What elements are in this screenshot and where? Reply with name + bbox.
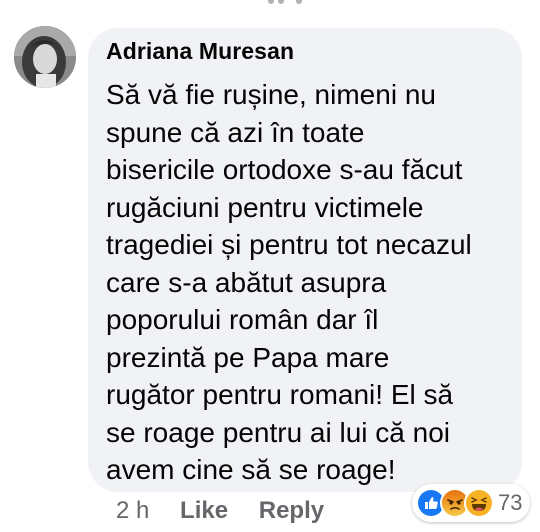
avatar[interactable]: [14, 26, 76, 88]
comment-timestamp[interactable]: 2 h: [116, 497, 149, 525]
comment-text: Să vă fie rușine, nimeni nu spune că azi…: [106, 76, 526, 489]
comment-line: avem cine să se roage!: [106, 454, 396, 485]
reply-button[interactable]: Reply: [259, 497, 324, 525]
comment-author[interactable]: Adriana Muresan: [106, 38, 294, 65]
comment-line: care s-a abătut asupra: [106, 266, 387, 298]
comment-line: rugător pentru romani! El să: [106, 379, 454, 410]
comment-line: prezintă pe Papa mare: [106, 341, 390, 373]
comment-line: tragediei și pentru tot necazul: [106, 229, 472, 260]
comment-line: spune că azi în toate: [106, 116, 365, 148]
reaction-summary[interactable]: 73: [412, 484, 531, 522]
comment-line: rugăciuni pentru victimele: [106, 191, 424, 223]
comment-actions: 2 h Like Reply: [116, 497, 348, 525]
previous-comment-fragment: [0, 0, 540, 12]
comment-line: bisericile ortodoxe s-au făcut: [106, 154, 463, 185]
like-button[interactable]: Like: [180, 497, 228, 525]
avatar-photo: [14, 26, 76, 88]
comment-line: poporului român dar îl: [106, 304, 379, 335]
comment-line: se roage pentru ai lui că noi: [106, 416, 450, 448]
comment-line: Să vă fie rușine, nimeni nu: [106, 79, 436, 110]
reaction-count: 73: [498, 490, 523, 515]
haha-icon: [464, 488, 494, 518]
